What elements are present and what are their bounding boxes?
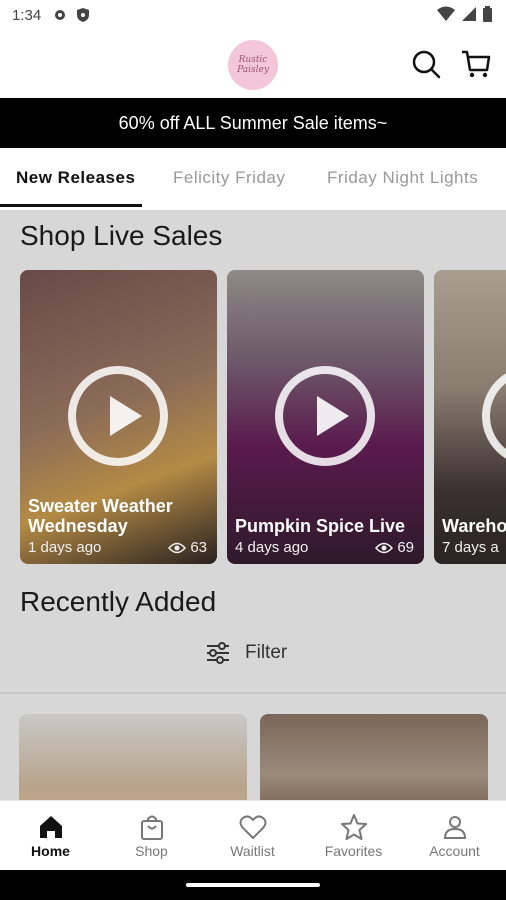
settings-gear-icon [55, 10, 65, 20]
view-count: 63 [190, 539, 207, 556]
shopping-bag-icon [140, 815, 163, 840]
nav-favorites-label: Favorites [324, 843, 383, 859]
live-sale-card[interactable]: Pumpkin Spice Live 4 days ago 69 [227, 270, 424, 564]
active-tab-indicator [0, 204, 142, 207]
section-divider [0, 692, 506, 694]
nav-account-label: Account [429, 843, 480, 859]
live-sale-title: Wareho [442, 516, 506, 536]
product-card[interactable] [19, 714, 247, 800]
home-icon [39, 816, 62, 838]
logo-text: Rustic Paisley [237, 55, 269, 75]
live-sale-title: Sweater Weather Wednesday [28, 496, 173, 536]
live-sale-date: 7 days a [442, 539, 499, 556]
bottom-navigation: Home Shop Waitlist Favorites Account [0, 800, 506, 871]
home-gesture-handle[interactable] [186, 883, 320, 887]
heart-icon [239, 815, 266, 840]
wifi-icon [437, 6, 455, 21]
live-sale-card[interactable]: Wareho 7 days a [434, 270, 506, 564]
promo-banner[interactable]: 60% off ALL Summer Sale items~ [0, 98, 506, 148]
play-icon[interactable] [275, 366, 375, 466]
category-tabs: New Releases Felicity Friday Friday Nigh… [0, 148, 506, 211]
promo-banner-text: 60% off ALL Summer Sale items~ [118, 112, 388, 133]
nav-shop-label: Shop [135, 843, 168, 859]
live-sale-date: 1 days ago [28, 539, 102, 556]
cart-icon[interactable] [460, 48, 492, 80]
live-sale-card[interactable]: Sweater Weather Wednesday 1 days ago 63 [20, 270, 217, 564]
star-icon [340, 814, 367, 840]
status-time: 1:34 [12, 7, 42, 24]
search-icon[interactable] [410, 48, 442, 80]
home-feed[interactable]: Shop Live Sales Sweater Weather Wednesda… [0, 210, 506, 800]
system-gesture-area [0, 870, 506, 900]
nav-waitlist-label: Waitlist [230, 843, 275, 859]
brand-logo[interactable]: Rustic Paisley [228, 40, 278, 90]
view-count: 69 [397, 539, 414, 556]
person-icon [443, 816, 466, 839]
nav-shop[interactable]: Shop [101, 813, 202, 859]
eye-icon [375, 542, 394, 553]
live-sale-date: 4 days ago [235, 539, 309, 556]
status-bar: 1:34 [0, 0, 506, 32]
recently-added-title: Recently Added [20, 586, 217, 617]
nav-home[interactable]: Home [0, 813, 101, 859]
filter-button[interactable]: Filter [205, 642, 287, 664]
tab-new-releases[interactable]: New Releases [16, 168, 135, 188]
shop-live-sales-title: Shop Live Sales [20, 220, 223, 251]
nav-home-label: Home [31, 843, 70, 859]
sliders-icon [207, 642, 229, 664]
app-header: Rustic Paisley [0, 32, 506, 98]
signal-icon [462, 7, 476, 21]
eye-icon [168, 542, 187, 553]
tab-felicity-friday[interactable]: Felicity Friday [173, 168, 285, 188]
nav-favorites[interactable]: Favorites [303, 813, 404, 859]
product-card[interactable] [260, 714, 488, 800]
tab-friday-night-lights[interactable]: Friday Night Lights [327, 168, 478, 188]
battery-icon [483, 6, 492, 22]
nav-account[interactable]: Account [404, 813, 505, 859]
live-sale-title: Pumpkin Spice Live [235, 516, 406, 536]
play-icon[interactable] [68, 366, 168, 466]
nav-waitlist[interactable]: Waitlist [202, 813, 303, 859]
filter-label: Filter [245, 642, 288, 663]
shield-icon [77, 8, 89, 22]
